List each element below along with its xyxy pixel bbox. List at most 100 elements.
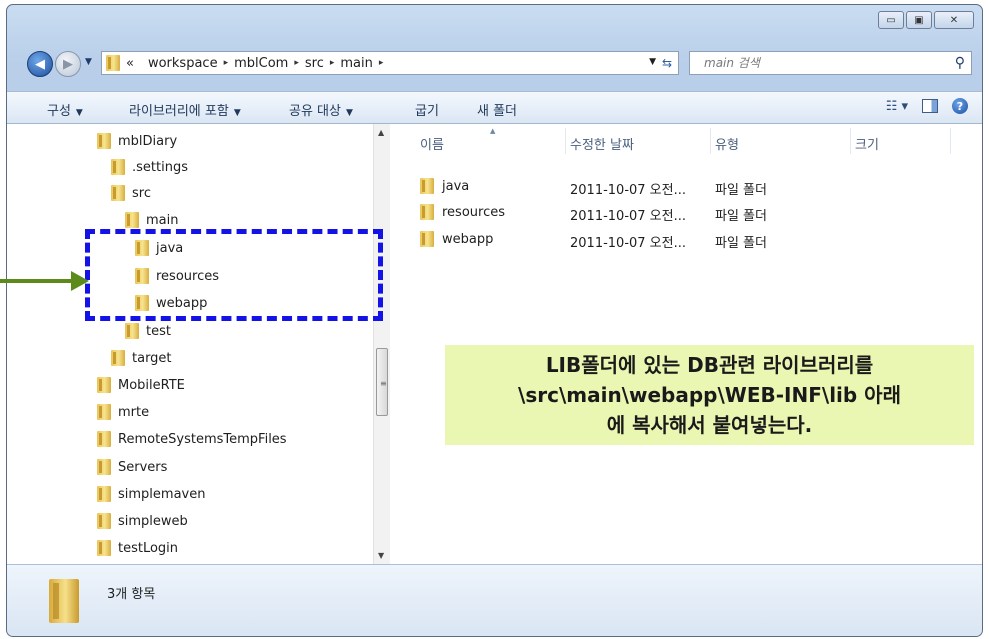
tree-item-label: simplemaven	[118, 486, 206, 502]
tree-item-label: main	[146, 212, 179, 228]
column-divider[interactable]	[710, 128, 711, 154]
minimize-button[interactable]: ▭	[878, 11, 904, 29]
tree-item-test[interactable]: test	[125, 318, 171, 344]
folder-icon	[97, 377, 111, 393]
tree-item-settings[interactable]: .settings	[111, 154, 188, 180]
tree-item-mobilerte[interactable]: MobileRTE	[97, 372, 185, 398]
search-input[interactable]	[702, 55, 936, 71]
chevron-down-icon: ▼	[345, 108, 353, 118]
refresh-icon[interactable]: ⇆	[658, 54, 676, 72]
burn-button[interactable]: 굽기	[415, 100, 439, 119]
include-in-library-menu[interactable]: 라이브러리에 포함 ▼	[129, 100, 241, 119]
file-row-webapp[interactable]: webapp 2011-10-07 오전... 파일 폴더	[420, 227, 980, 253]
forward-button[interactable]: ▶	[55, 51, 81, 77]
close-button[interactable]: ✕	[934, 11, 974, 29]
folder-icon	[97, 431, 111, 447]
tree-item-label: testLogin	[118, 540, 179, 556]
breadcrumb-separator-icon[interactable]: ▸	[294, 58, 299, 68]
back-button[interactable]: ◀	[27, 51, 53, 77]
file-modified: 2011-10-07 오전...	[570, 209, 686, 224]
file-type: 파일 폴더	[715, 236, 767, 251]
maximize-button[interactable]: ▣	[906, 11, 932, 29]
tree-item-servers[interactable]: Servers	[97, 454, 167, 480]
breadcrumb-src[interactable]: src	[305, 56, 324, 71]
folder-icon	[420, 231, 434, 247]
folder-icon	[420, 204, 434, 220]
file-name: resources	[442, 205, 506, 220]
breadcrumb-separator-icon[interactable]: ▸	[330, 58, 335, 68]
change-view-icon[interactable]: ☷ ▾	[886, 99, 908, 114]
tree-item-mrte[interactable]: mrte	[97, 399, 149, 425]
arrow-line	[0, 279, 74, 283]
breadcrumb-workspace[interactable]: workspace	[148, 56, 218, 71]
arrow-head-icon	[71, 271, 89, 291]
breadcrumb-main[interactable]: main	[340, 56, 372, 71]
folder-icon	[97, 133, 111, 149]
navigation-pane: mblDiary .settings src main java resourc…	[7, 124, 385, 564]
tree-item-mbldiary[interactable]: mblDiary	[97, 128, 177, 154]
tree-item-label: .settings	[132, 159, 188, 175]
file-list-pane: ▲ 이름 수정한 날짜 유형 크기 java 2011-10-07 오전... …	[390, 124, 982, 564]
folder-icon	[111, 185, 125, 201]
column-divider[interactable]	[565, 128, 566, 154]
tree-item-label: mblDiary	[118, 133, 178, 149]
scrollbar-thumb[interactable]: ≡	[376, 348, 388, 416]
annotation-line-2: \src\main\webapp\WEB-INF\lib 아래	[518, 383, 901, 407]
navigation-scrollbar[interactable]: ▲ ≡ ▼	[373, 124, 390, 564]
tree-item-label: Servers	[118, 459, 168, 475]
column-header-name[interactable]: 이름	[420, 134, 444, 153]
tree-item-simpleweb[interactable]: simpleweb	[97, 508, 188, 534]
column-header-size[interactable]: 크기	[855, 134, 879, 153]
help-icon[interactable]: ?	[952, 98, 968, 114]
breadcrumb-mblcom[interactable]: mblCom	[234, 56, 288, 71]
search-icon[interactable]: ⚲	[955, 55, 965, 71]
breadcrumb-separator-icon[interactable]: ▸	[224, 58, 229, 68]
preview-pane-icon[interactable]	[922, 99, 938, 113]
folder-icon	[97, 540, 111, 556]
tree-item-label: mrte	[118, 404, 150, 420]
tree-item-label: target	[132, 350, 172, 366]
scroll-down-icon[interactable]: ▼	[378, 551, 384, 560]
tree-item-label: simpleweb	[118, 513, 188, 529]
include-in-library-label: 라이브러리에 포함	[129, 104, 229, 119]
column-divider[interactable]	[950, 128, 951, 154]
tree-item-src[interactable]: src	[111, 180, 151, 206]
breadcrumb-separator-icon[interactable]: ▸	[379, 58, 384, 68]
toolbar-right-controls: ☷ ▾ ?	[886, 98, 968, 114]
share-with-label: 공유 대상	[289, 104, 341, 119]
file-type: 파일 폴더	[715, 209, 767, 224]
recent-pages-dropdown-icon[interactable]: ▼	[85, 57, 92, 67]
file-modified: 2011-10-07 오전...	[570, 236, 686, 251]
file-row-java[interactable]: java 2011-10-07 오전... 파일 폴더	[420, 174, 980, 200]
organize-menu[interactable]: 구성 ▼	[47, 100, 83, 119]
tree-item-target[interactable]: target	[111, 345, 172, 371]
breadcrumb-overflow[interactable]: «	[126, 56, 134, 71]
tree-item-remotesystemstempfiles[interactable]: RemoteSystemsTempFiles	[97, 426, 287, 452]
column-header-modified[interactable]: 수정한 날짜	[570, 134, 634, 153]
tree-item-testlogin[interactable]: testLogin	[97, 535, 178, 561]
navigation-bar: ◀ ▶ ▼ « workspace ▸ mblCom ▸ src ▸ main …	[27, 51, 972, 77]
file-row-resources[interactable]: resources 2011-10-07 오전... 파일 폴더	[420, 200, 980, 226]
address-dropdown-icon[interactable]: ▼	[649, 57, 656, 67]
folder-icon	[97, 404, 111, 420]
annotation-line-3: 에 복사해서 붙여넣는다.	[606, 413, 813, 437]
new-folder-button[interactable]: 새 폴더	[477, 100, 517, 119]
folder-icon	[106, 55, 120, 71]
command-bar: 구성 ▼ 라이브러리에 포함 ▼ 공유 대상 ▼ 굽기 새 폴더 ☷ ▾ ?	[7, 91, 982, 124]
folder-icon	[420, 178, 434, 194]
tree-item-label: RemoteSystemsTempFiles	[118, 431, 287, 447]
organize-label: 구성	[47, 104, 71, 119]
address-bar[interactable]: « workspace ▸ mblCom ▸ src ▸ main ▸ ▼ ⇆	[101, 51, 679, 75]
column-header-type[interactable]: 유형	[715, 134, 739, 153]
folder-icon	[125, 323, 139, 339]
tree-item-simplemaven[interactable]: simplemaven	[97, 481, 205, 507]
share-with-menu[interactable]: 공유 대상 ▼	[289, 100, 353, 119]
scroll-up-icon[interactable]: ▲	[378, 128, 384, 137]
file-name: java	[442, 179, 470, 194]
details-pane: 3개 항목	[7, 564, 982, 636]
folder-icon	[111, 159, 125, 175]
column-divider[interactable]	[850, 128, 851, 154]
folder-icon	[125, 212, 139, 228]
file-modified: 2011-10-07 오전...	[570, 183, 686, 198]
search-box[interactable]: ⚲	[689, 51, 972, 75]
